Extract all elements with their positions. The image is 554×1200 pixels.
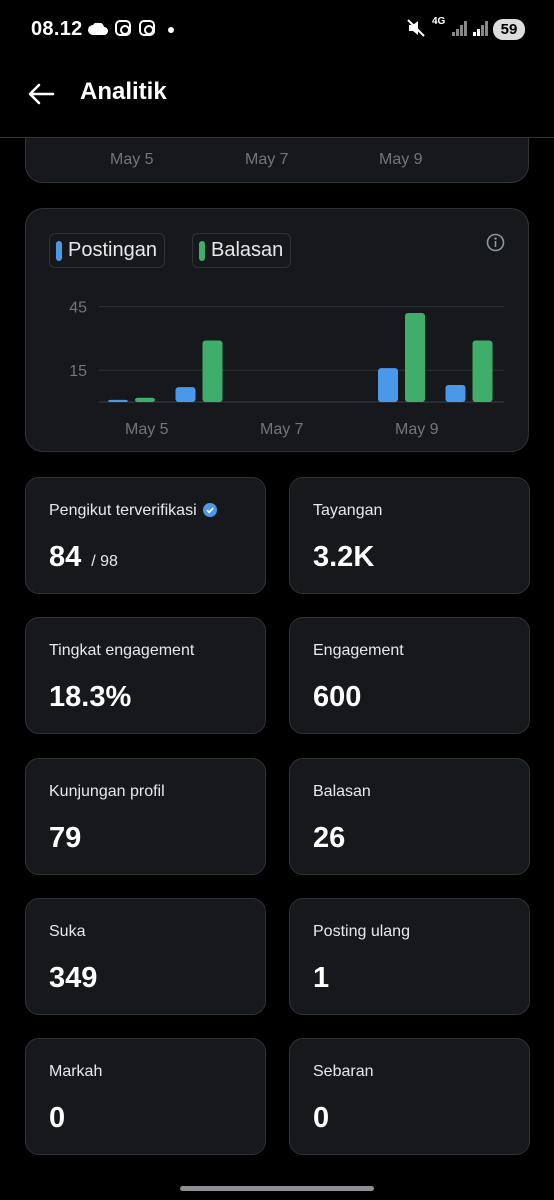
x-tick-label: May 9: [395, 421, 439, 438]
bar-postingan: [445, 385, 466, 402]
stat-label: Markah: [49, 1063, 103, 1080]
stat-card-engagement[interactable]: Engagement 600: [289, 617, 530, 734]
stat-value: 600: [313, 681, 362, 713]
y-tick-label: 45: [69, 300, 87, 317]
battery-icon: 59: [493, 19, 525, 40]
stat-card-profile-visits[interactable]: Kunjungan profil 79: [25, 758, 266, 875]
stat-value: 1: [313, 962, 330, 994]
stat-value: 0: [49, 1102, 66, 1134]
bar-chart: 15 45 May 5 May 7 May 9: [69, 300, 504, 438]
bar-balasan: [472, 340, 493, 402]
stat-card-verified-followers[interactable]: Pengikut terverifikasi 84 / 98: [25, 477, 266, 594]
stat-value: 84 / 98: [49, 541, 118, 574]
stat-label: Tingkat engagement: [49, 642, 195, 659]
page-title: Analitik: [80, 78, 167, 105]
cloud-icon: [88, 23, 108, 35]
bar-balasan: [135, 397, 155, 402]
status-bar: 08.12 4G 59: [0, 0, 554, 60]
x-axis-label: May 7: [245, 151, 289, 168]
instagram-icon: [115, 20, 131, 36]
stat-card-replies[interactable]: Balasan 26: [289, 758, 530, 875]
stat-card-bookmarks[interactable]: Markah 0: [25, 1038, 266, 1155]
stat-label-text: Pengikut terverifikasi: [49, 502, 197, 519]
stat-label: Suka: [49, 923, 86, 940]
stat-card-engagement-rate[interactable]: Tingkat engagement 18.3%: [25, 617, 266, 734]
instagram-icon: [139, 20, 155, 36]
stat-card-shares[interactable]: Sebaran 0: [289, 1038, 530, 1155]
stat-sub-value: / 98: [91, 553, 118, 570]
stat-card-views[interactable]: Tayangan 3.2K: [289, 477, 530, 594]
stat-label: Posting ulang: [313, 923, 410, 940]
status-time: 08.12: [31, 18, 83, 40]
bar-postingan: [378, 368, 398, 402]
network-type-icon: 4G: [432, 16, 446, 27]
bar-postingan: [175, 387, 196, 402]
stat-label: Engagement: [313, 642, 404, 659]
x-axis-label: May 9: [379, 151, 423, 168]
stat-label: Balasan: [313, 783, 371, 800]
stat-card-likes[interactable]: Suka 349: [25, 898, 266, 1015]
y-tick-label: 15: [69, 363, 87, 380]
stat-label: Kunjungan profil: [49, 783, 165, 800]
activity-chart-card: Postingan Balasan 15 45 May 5 May 7 May 9: [25, 208, 529, 452]
stat-value: 0: [313, 1102, 330, 1134]
stat-card-reposts[interactable]: Posting ulang 1: [289, 898, 530, 1015]
verified-badge-icon: [202, 503, 217, 517]
stat-value: 349: [49, 962, 98, 994]
bar-balasan: [202, 340, 223, 402]
app-header: Analitik: [0, 60, 554, 138]
home-indicator[interactable]: [180, 1186, 374, 1191]
mute-icon: [407, 19, 425, 37]
signal-icon: [452, 21, 467, 36]
back-arrow-icon[interactable]: [26, 79, 56, 109]
stat-label: Pengikut terverifikasi: [49, 502, 217, 520]
x-tick-label: May 7: [260, 421, 304, 438]
stat-value: 79: [49, 822, 82, 854]
notification-dot-icon: [168, 27, 174, 33]
x-axis-label: May 5: [110, 151, 154, 168]
bar-balasan: [405, 312, 425, 402]
bar-postingan: [108, 399, 128, 402]
stat-label: Sebaran: [313, 1063, 374, 1080]
x-tick-label: May 5: [125, 421, 169, 438]
stat-value: 18.3%: [49, 681, 132, 713]
stat-value-text: 84: [49, 541, 82, 573]
stat-label: Tayangan: [313, 502, 383, 519]
signal-icon: [473, 21, 488, 36]
stat-value: 3.2K: [313, 541, 375, 573]
stat-value: 26: [313, 822, 346, 854]
